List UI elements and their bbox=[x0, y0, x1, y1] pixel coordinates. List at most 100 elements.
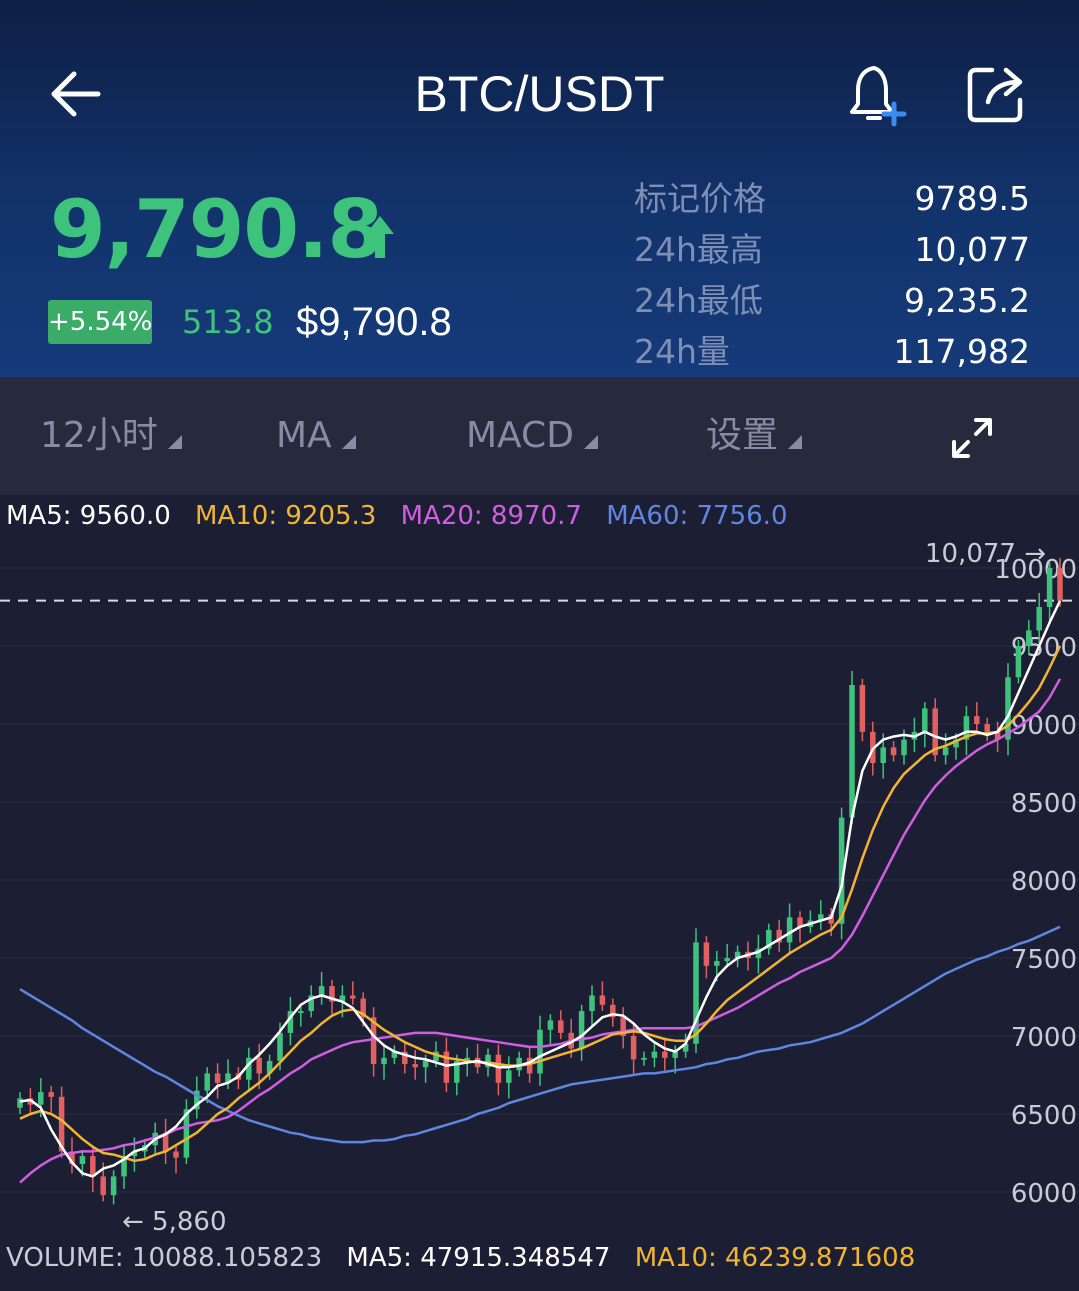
candlestick-chart[interactable]: 100009500900085008000750070006500600010,… bbox=[0, 535, 1079, 1240]
stat-value: 117,982 bbox=[893, 332, 1030, 371]
candle-body bbox=[1015, 646, 1022, 678]
volume-legend: VOLUME: 10088.105823 MA5: 47915.348547 M… bbox=[6, 1240, 931, 1276]
candle-body bbox=[256, 1057, 262, 1074]
sub-indicator-label: MACD bbox=[466, 415, 574, 456]
dropdown-triangle-icon bbox=[167, 435, 182, 449]
fullscreen-expand-icon[interactable] bbox=[950, 416, 994, 460]
change-value: 513.8 bbox=[182, 303, 274, 341]
candle-body bbox=[298, 1011, 304, 1014]
dropdown-triangle-icon bbox=[583, 435, 598, 449]
y-tick-label: 8000 bbox=[1011, 867, 1077, 897]
candle-body bbox=[974, 716, 980, 724]
candle-body bbox=[318, 986, 325, 996]
candle-body bbox=[422, 1060, 429, 1068]
ma60-legend: MA60: 7756.0 bbox=[606, 501, 788, 531]
candle-body bbox=[641, 1057, 647, 1060]
candle-body bbox=[786, 917, 793, 943]
y-tick-label: 7500 bbox=[1011, 945, 1077, 975]
candle-body bbox=[277, 1032, 283, 1061]
candle-body bbox=[901, 739, 907, 756]
volume-value: VOLUME: 10088.105823 bbox=[6, 1243, 323, 1273]
volume-ma5: MA5: 47915.348547 bbox=[346, 1243, 611, 1273]
dropdown-triangle-icon bbox=[788, 435, 803, 449]
stat-24h-low: 24h最低 9,235.2 bbox=[634, 276, 1030, 326]
candle-body bbox=[589, 995, 595, 1012]
price-up-arrow-icon bbox=[366, 216, 394, 258]
candle-body bbox=[110, 1176, 117, 1196]
y-tick-label: 6000 bbox=[1011, 1179, 1077, 1209]
stat-value: 9789.5 bbox=[914, 179, 1030, 218]
usd-price: $9,790.8 bbox=[296, 300, 452, 344]
stat-label: 24h最低 bbox=[634, 281, 763, 320]
candle-body bbox=[381, 1057, 387, 1065]
share-icon[interactable] bbox=[962, 62, 1034, 128]
y-tick-label: 6500 bbox=[1011, 1101, 1077, 1131]
candle-body bbox=[630, 1036, 637, 1060]
candle-body bbox=[703, 942, 710, 966]
candle-body bbox=[662, 1051, 668, 1058]
ma10-legend: MA10: 9205.3 bbox=[195, 501, 377, 531]
settings-selector[interactable]: 设置 bbox=[706, 413, 803, 459]
candle-body bbox=[90, 1156, 96, 1177]
candle-body bbox=[537, 1029, 543, 1074]
high-price-marker: 10,077 → bbox=[925, 539, 1046, 569]
low-price-marker: ← 5,860 bbox=[122, 1207, 226, 1237]
interval-selector[interactable]: 12小时 bbox=[40, 413, 182, 459]
stat-value: 10,077 bbox=[914, 230, 1030, 269]
candle-body bbox=[1005, 677, 1011, 740]
candle-body bbox=[693, 942, 699, 1044]
candle-body bbox=[173, 1151, 179, 1158]
stat-label: 24h最高 bbox=[634, 230, 763, 269]
candle-body bbox=[558, 1020, 564, 1033]
candle-body bbox=[922, 708, 928, 732]
candle-body bbox=[547, 1020, 554, 1030]
settings-label: 设置 bbox=[706, 415, 779, 456]
candle-body bbox=[1036, 607, 1042, 631]
candle-body bbox=[1057, 568, 1063, 601]
candle-body bbox=[214, 1073, 221, 1083]
candle-body bbox=[350, 995, 356, 999]
candle-body bbox=[651, 1051, 658, 1058]
last-price: 9,790.8 bbox=[50, 183, 383, 276]
candle-body bbox=[984, 724, 990, 732]
candle-body bbox=[38, 1092, 44, 1105]
pair-title: BTC/USDT bbox=[414, 66, 665, 122]
stat-24h-volume: 24h量 117,982 bbox=[634, 327, 1030, 377]
stat-24h-high: 24h最高 10,077 bbox=[634, 225, 1030, 275]
interval-label: 12小时 bbox=[40, 415, 158, 456]
candle-body bbox=[506, 1070, 512, 1083]
ma5-line bbox=[19, 600, 1062, 1178]
y-tick-label: 8500 bbox=[1011, 789, 1077, 819]
candle-body bbox=[724, 958, 730, 962]
candle-body bbox=[79, 1156, 86, 1164]
candle-body bbox=[412, 1064, 418, 1068]
candle-body bbox=[599, 995, 606, 1005]
candle-body bbox=[1046, 568, 1053, 607]
candle-body bbox=[849, 685, 855, 818]
main-indicator-selector[interactable]: MA bbox=[276, 413, 356, 459]
price-alert-bell-icon[interactable] bbox=[842, 60, 914, 132]
candle-body bbox=[495, 1054, 502, 1083]
ma20-legend: MA20: 8970.7 bbox=[400, 501, 582, 531]
candle-body bbox=[880, 747, 886, 763]
candle-body bbox=[578, 1011, 585, 1049]
ma-legend: MA5: 9560.0 MA10: 9205.3 MA20: 8970.7 MA… bbox=[6, 498, 804, 534]
volume-ma10: MA10: 46239.871608 bbox=[634, 1243, 916, 1273]
candle-body bbox=[859, 685, 866, 732]
y-tick-label: 7000 bbox=[1011, 1023, 1077, 1053]
stat-label: 24h量 bbox=[634, 332, 730, 371]
stat-value: 9,235.2 bbox=[904, 281, 1030, 320]
candle-body bbox=[942, 747, 949, 756]
stat-label: 标记价格 bbox=[634, 179, 766, 218]
candle-body bbox=[17, 1098, 23, 1108]
change-percent-badge: +5.54% bbox=[48, 300, 152, 344]
chart-toolbar: 12小时 MA MACD 设置 bbox=[0, 377, 1079, 495]
market-header: BTC/USDT 9,790.8 +5.54% 513.8 $9,790.8 标… bbox=[0, 0, 1079, 377]
candle-body bbox=[48, 1092, 54, 1097]
sub-indicator-selector[interactable]: MACD bbox=[466, 413, 598, 459]
candle-body bbox=[204, 1073, 210, 1091]
candle-body bbox=[100, 1176, 106, 1196]
candle-body bbox=[714, 961, 720, 966]
main-indicator-label: MA bbox=[276, 415, 332, 456]
stat-mark-price: 标记价格 9789.5 bbox=[634, 174, 1030, 224]
